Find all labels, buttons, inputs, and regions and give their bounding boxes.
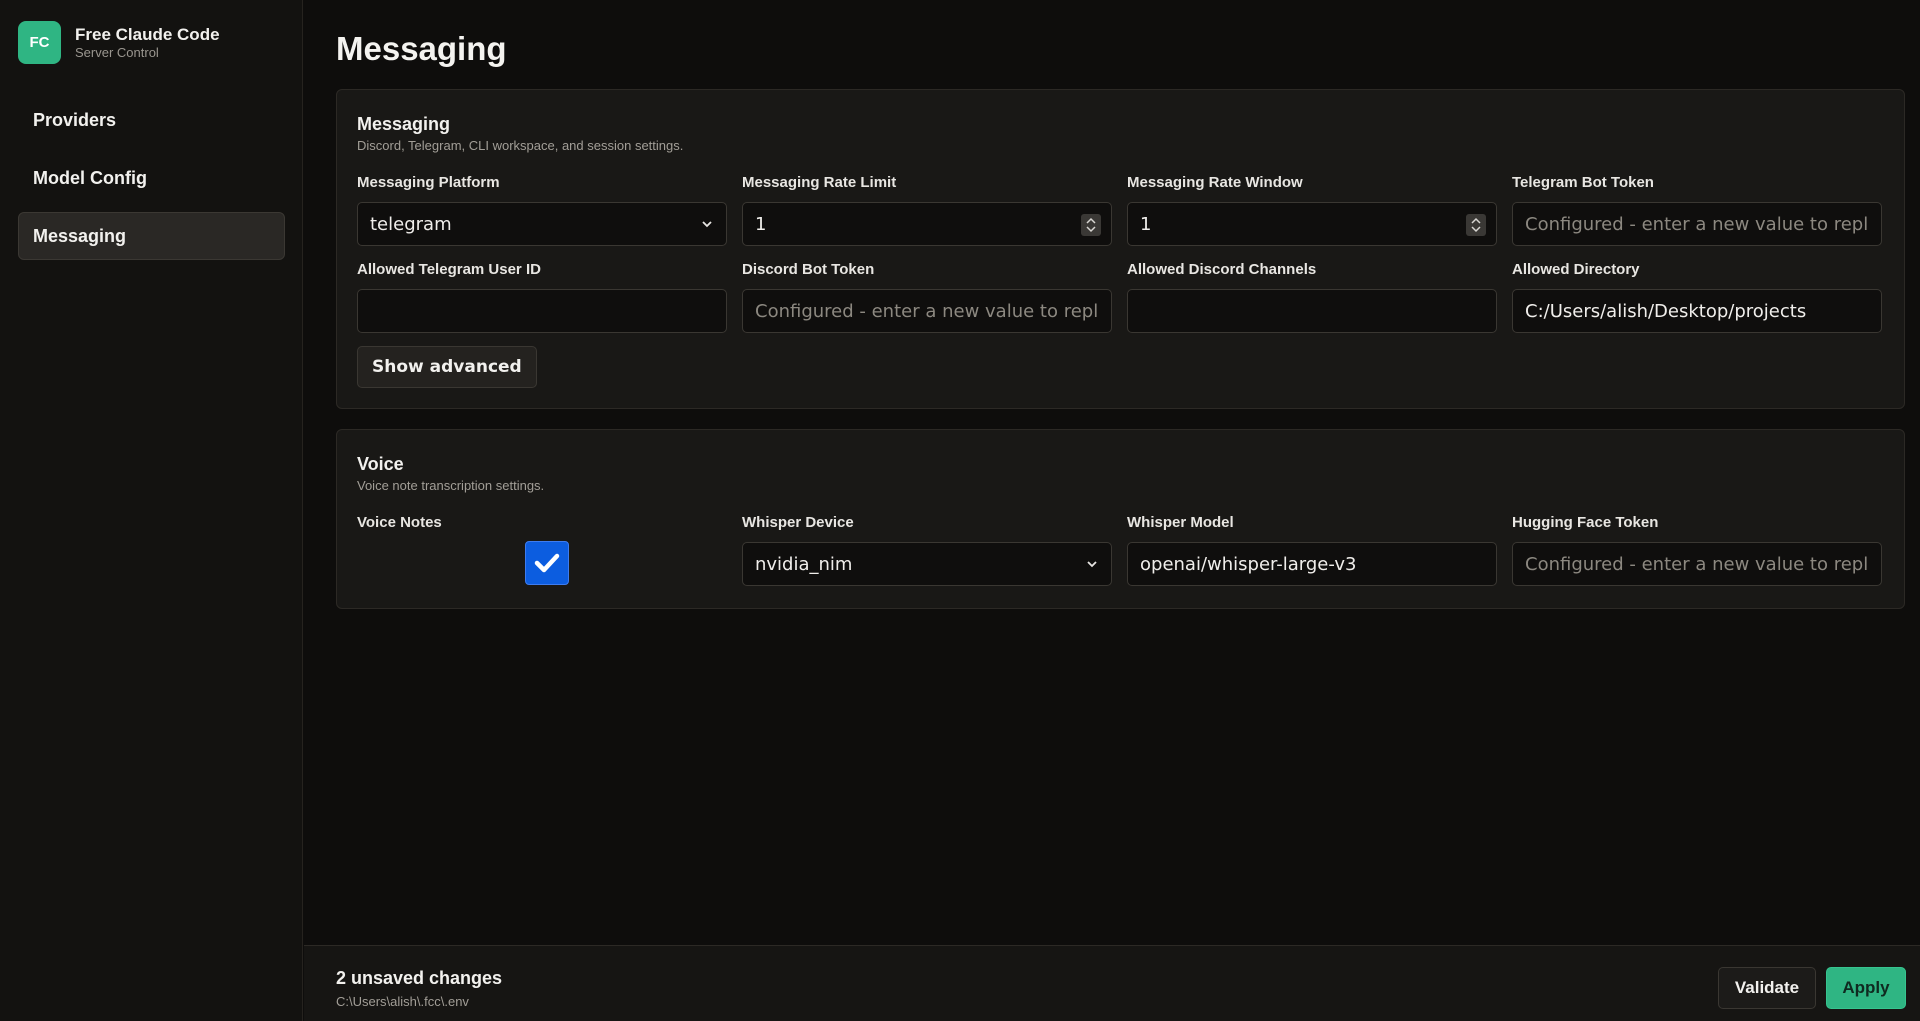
hugging-face-token-placeholder: Configured - enter a new value to replac… [1525,553,1869,575]
allowed-discord-channels-input[interactable] [1127,289,1497,333]
messaging-rate-limit-input[interactable]: 1 [742,202,1112,246]
whisper-device-select[interactable]: nvidia_nim [742,542,1112,586]
telegram-bot-token-placeholder: Configured - enter a new value to replac… [1525,213,1869,235]
messaging-platform-value: telegram [370,213,452,235]
check-icon [534,553,560,573]
chevron-down-icon [702,221,712,228]
allowed-directory-label: Allowed Directory [1512,261,1640,278]
chevron-down-icon [1087,561,1097,568]
whisper-device-value: nvidia_nim [755,553,853,575]
whisper-model-value: openai/whisper-large-v3 [1140,553,1357,575]
discord-bot-token-input[interactable]: Configured - enter a new value to replac… [742,289,1112,333]
whisper-device-label: Whisper Device [742,514,854,531]
whisper-model-label: Whisper Model [1127,514,1234,531]
messaging-rate-window-value: 1 [1140,213,1152,235]
discord-bot-token-label: Discord Bot Token [742,261,875,278]
apply-button[interactable]: Apply [1826,967,1906,1009]
spinner-icon[interactable] [1081,214,1101,236]
brand-title: Free Claude Code [75,24,220,44]
voice-notes-field: Voice Notes [357,514,727,532]
allowed-directory-value: C:/Users/alish/Desktop/projects [1525,300,1807,322]
brand-logo: FC [18,21,61,64]
show-advanced-button[interactable]: Show advanced [357,346,537,388]
voice-card: Voice Voice note transcription settings.… [336,429,1905,609]
hugging-face-token-label: Hugging Face Token [1512,514,1659,531]
whisper-model-field: Whisper Model openai/whisper-large-v3 [1127,514,1497,586]
messaging-rate-limit-label: Messaging Rate Limit [742,174,897,191]
messaging-rate-limit-field: Messaging Rate Limit 1 [742,174,1112,246]
messaging-card-title: Messaging [357,114,451,134]
hugging-face-token-input[interactable]: Configured - enter a new value to replac… [1512,542,1882,586]
telegram-bot-token-label: Telegram Bot Token [1512,174,1654,191]
allowed-discord-channels-label: Allowed Discord Channels [1127,261,1317,278]
sidebar-nav: Providers Model Config Messaging [18,96,285,270]
sidebar: FC Free Claude Code Server Control Provi… [0,0,303,1021]
messaging-rate-limit-value: 1 [755,213,767,235]
footer-bar: 2 unsaved changes C:\Users\alish\.fcc\.e… [304,945,1920,1021]
main-content: Messaging Messaging Discord, Telegram, C… [304,0,1920,945]
messaging-platform-select[interactable]: telegram [357,202,727,246]
discord-bot-token-placeholder: Configured - enter a new value to replac… [755,300,1099,322]
sidebar-item-messaging[interactable]: Messaging [18,212,285,260]
allowed-telegram-user-input[interactable] [357,289,727,333]
hugging-face-token-field: Hugging Face Token Configured - enter a … [1512,514,1882,586]
unsaved-changes-count: 2 unsaved changes [336,968,503,988]
brand: FC Free Claude Code Server Control [18,21,220,64]
sidebar-item-model-config[interactable]: Model Config [18,154,285,202]
voice-notes-label: Voice Notes [357,514,442,531]
messaging-rate-window-input[interactable]: 1 [1127,202,1497,246]
messaging-card: Messaging Discord, Telegram, CLI workspa… [336,89,1905,409]
sidebar-item-providers[interactable]: Providers [18,96,285,144]
page-title: Messaging [336,30,507,67]
allowed-discord-channels-field: Allowed Discord Channels [1127,261,1497,333]
telegram-bot-token-field: Telegram Bot Token Configured - enter a … [1512,174,1882,246]
allowed-directory-field: Allowed Directory C:/Users/alish/Desktop… [1512,261,1882,333]
brand-subtitle: Server Control [75,44,159,60]
discord-bot-token-field: Discord Bot Token Configured - enter a n… [742,261,1112,333]
validate-button[interactable]: Validate [1718,967,1816,1009]
voice-card-description: Voice note transcription settings. [357,478,545,493]
messaging-rate-window-label: Messaging Rate Window [1127,174,1303,191]
allowed-telegram-user-field: Allowed Telegram User ID [357,261,727,333]
env-file-path: C:\Users\alish\.fcc\.env [336,994,469,1009]
voice-notes-checkbox[interactable] [525,541,569,585]
messaging-platform-field: Messaging Platform telegram [357,174,727,246]
voice-card-title: Voice [357,454,404,474]
messaging-rate-window-field: Messaging Rate Window 1 [1127,174,1497,246]
whisper-model-input[interactable]: openai/whisper-large-v3 [1127,542,1497,586]
whisper-device-field: Whisper Device nvidia_nim [742,514,1112,586]
allowed-telegram-user-label: Allowed Telegram User ID [357,261,541,278]
allowed-directory-input[interactable]: C:/Users/alish/Desktop/projects [1512,289,1882,333]
messaging-platform-label: Messaging Platform [357,174,500,191]
telegram-bot-token-input[interactable]: Configured - enter a new value to replac… [1512,202,1882,246]
messaging-card-description: Discord, Telegram, CLI workspace, and se… [357,138,684,153]
spinner-icon[interactable] [1466,214,1486,236]
